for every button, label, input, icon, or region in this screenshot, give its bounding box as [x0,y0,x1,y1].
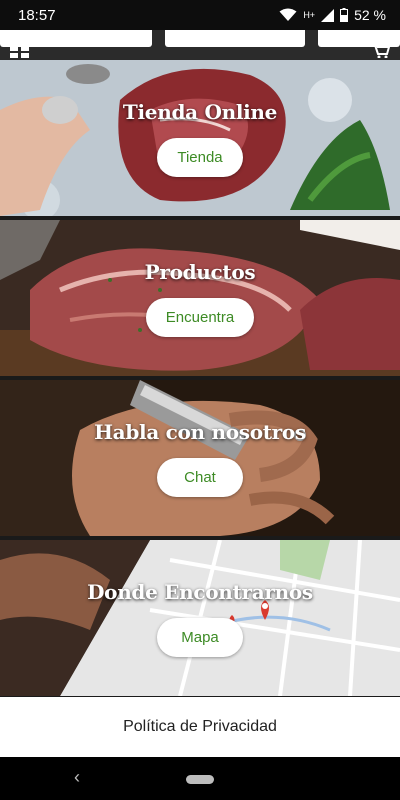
tile-title: Donde Encontrarnos [87,579,313,604]
chat-button[interactable]: Chat [157,457,243,497]
status-icons: H+ 52 % [279,7,386,23]
back-icon[interactable]: ‹ [74,767,80,788]
cart-icon[interactable] [372,44,391,60]
grid-menu-icon[interactable] [10,44,30,60]
header-tab-middle[interactable] [165,30,305,47]
tile-tienda-online[interactable]: Tienda Online Tienda [0,60,400,216]
status-time: 18:57 [18,6,56,24]
tile-donde-encontrarnos[interactable]: Donde Encontrarnos Mapa [0,540,400,696]
wifi-icon [279,8,297,22]
tile-productos[interactable]: Productos Encuentra [0,220,400,376]
signal-icon [321,8,335,22]
encuentra-button[interactable]: Encuentra [145,297,255,337]
network-type: H+ [303,10,316,20]
navigation-bar: ‹ [0,757,400,800]
app-header [0,30,400,60]
home-pill-icon[interactable] [186,775,214,784]
battery-icon [340,8,349,22]
mapa-button[interactable]: Mapa [157,617,243,657]
privacy-policy-link[interactable]: Política de Privacidad [0,697,400,757]
battery-level: 52 % [354,7,386,23]
tile-habla-con-nosotros[interactable]: Habla con nosotros Chat [0,380,400,536]
tile-title: Productos [144,259,256,284]
tienda-button[interactable]: Tienda [157,137,243,177]
status-bar: 18:57 H+ 52 % [0,0,400,30]
tile-title: Tienda Online [122,99,278,124]
tile-title: Habla con nosotros [94,419,306,444]
